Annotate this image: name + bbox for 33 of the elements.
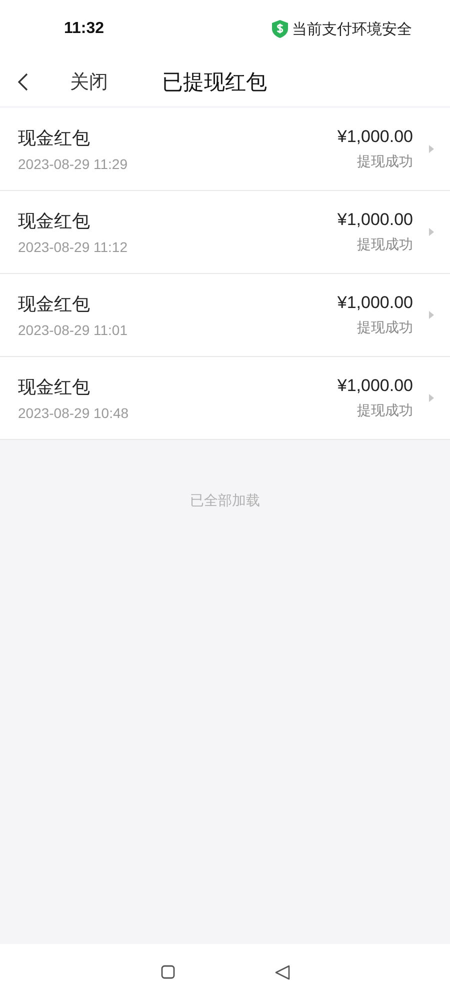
chevron-icon <box>429 145 434 153</box>
record-status: 提现成功 <box>357 153 413 171</box>
record-name: 现金红包 <box>18 293 91 316</box>
record-name: 现金红包 <box>18 210 91 233</box>
chevron-icon <box>429 394 434 402</box>
page-title: 已提现红包 <box>162 69 267 96</box>
record-name: 现金红包 <box>18 127 91 150</box>
security-status: 当前支付环境安全 <box>292 20 412 38</box>
record-status: 提现成功 <box>357 402 413 420</box>
back-triangle-icon <box>274 964 290 980</box>
chevron-icon <box>429 311 434 319</box>
record-amount: ¥1,000.00 <box>337 127 413 147</box>
record-amount: ¥1,000.00 <box>337 376 413 396</box>
all-loaded-note: 已全部加载 <box>190 493 260 509</box>
record-item[interactable]: 现金红包 2023-08-29 11:29 ¥1,000.00 提现成功 <box>0 108 450 191</box>
record-time: 2023-08-29 10:48 <box>18 405 130 421</box>
chevron-icon <box>429 228 434 236</box>
record-item[interactable]: 现金红包 2023-08-29 11:01 ¥1,000.00 提现成功 <box>0 274 450 357</box>
record-item[interactable]: 现金红包 2023-08-29 11:12 ¥1,000.00 提现成功 <box>0 191 450 274</box>
shield-icon <box>272 20 288 38</box>
status-time: 11:32 <box>64 20 104 38</box>
record-time: 2023-08-29 11:29 <box>18 156 128 172</box>
back-icon <box>18 73 28 91</box>
record-status: 提现成功 <box>357 319 413 337</box>
square-icon <box>160 965 174 979</box>
record-item[interactable]: 现金红包 2023-08-29 10:48 ¥1,000.00 提现成功 <box>0 357 450 440</box>
record-amount: ¥1,000.00 <box>337 210 413 230</box>
close-button[interactable]: 关闭 <box>70 69 108 95</box>
record-amount: ¥1,000.00 <box>337 293 413 313</box>
record-time: 2023-08-29 11:01 <box>18 322 128 338</box>
record-time: 2023-08-29 11:12 <box>18 239 128 255</box>
record-name: 现金红包 <box>18 376 91 399</box>
record-status: 提现成功 <box>357 236 413 254</box>
